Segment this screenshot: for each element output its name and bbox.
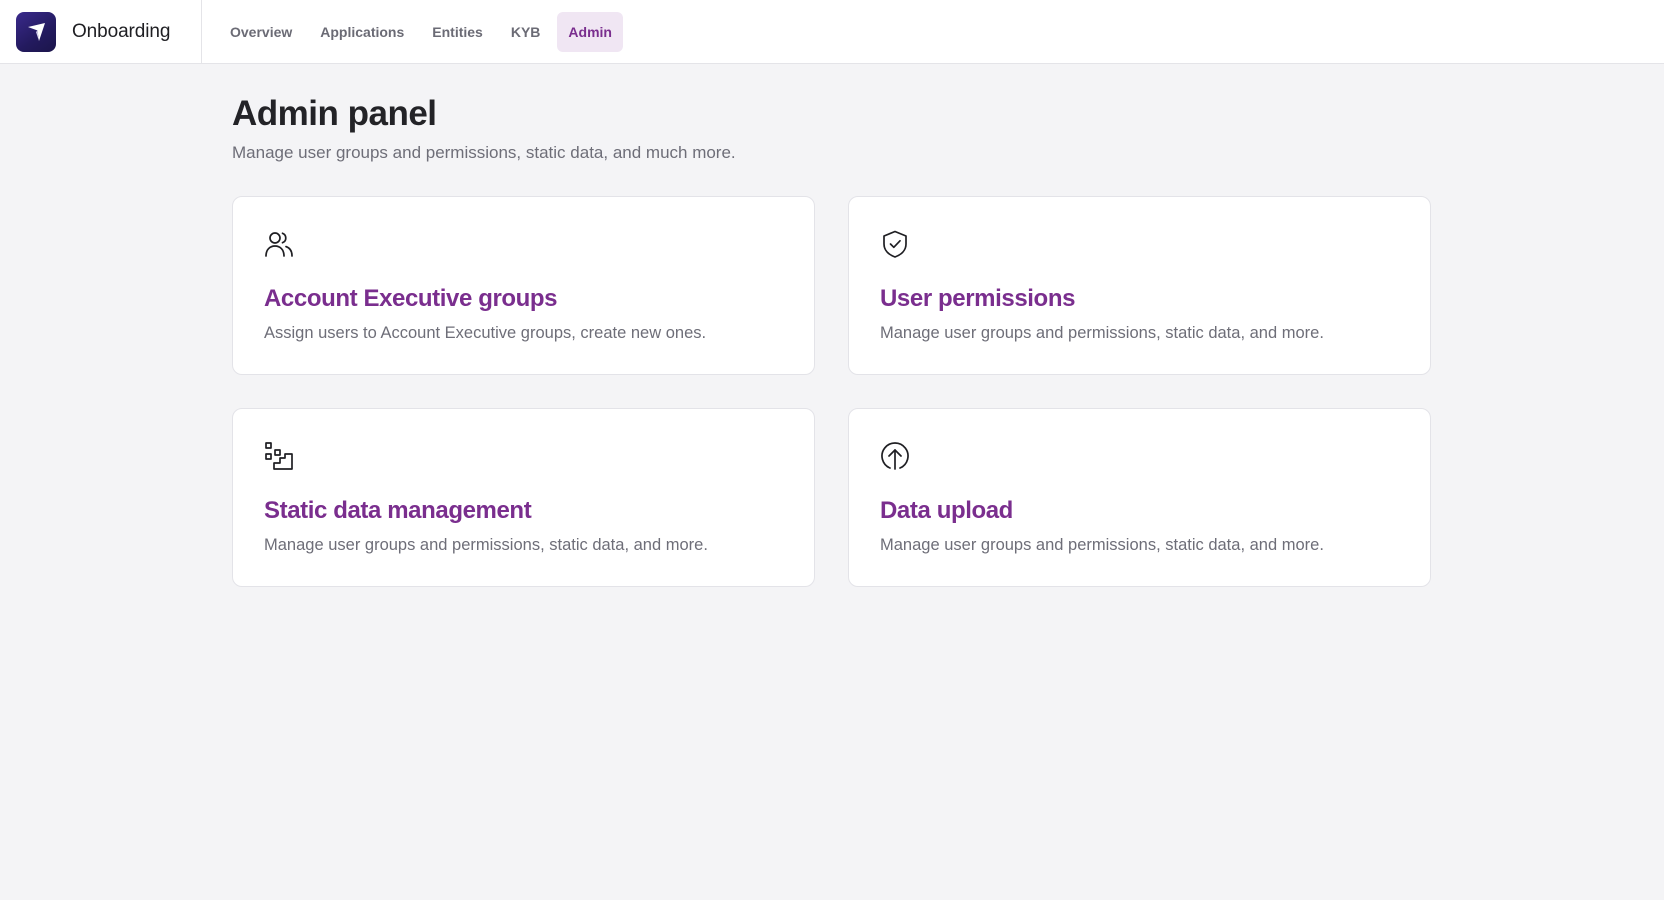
static-data-management-card[interactable]: Static data management Manage user group… bbox=[232, 408, 815, 587]
card-description: Manage user groups and permissions, stat… bbox=[264, 536, 708, 554]
tab-admin[interactable]: Admin bbox=[557, 12, 623, 52]
card-title: Static data management bbox=[264, 497, 532, 524]
users-icon bbox=[264, 229, 294, 259]
paper-plane-icon[interactable] bbox=[16, 12, 56, 52]
user-permissions-card[interactable]: User permissions Manage user groups and … bbox=[848, 196, 1431, 375]
data-steps-icon bbox=[264, 441, 294, 471]
main-nav: Overview Applications Entities KYB Admin bbox=[219, 12, 629, 52]
page-subtitle: Manage user groups and permissions, stat… bbox=[232, 143, 736, 162]
card-description: Manage user groups and permissions, stat… bbox=[880, 324, 1324, 342]
page-title: Admin panel bbox=[232, 94, 437, 133]
shield-check-icon bbox=[880, 229, 910, 259]
card-description: Assign users to Account Executive groups… bbox=[264, 324, 707, 342]
tab-kyb[interactable]: KYB bbox=[500, 12, 552, 52]
tab-applications[interactable]: Applications bbox=[309, 12, 415, 52]
top-navigation-bar: Onboarding Overview Applications Entitie… bbox=[0, 0, 1664, 64]
account-executive-groups-card[interactable]: Account Executive groups Assign users to… bbox=[232, 196, 815, 375]
tab-entities[interactable]: Entities bbox=[421, 12, 494, 52]
data-upload-card[interactable]: Data upload Manage user groups and permi… bbox=[848, 408, 1431, 587]
card-description: Manage user groups and permissions, stat… bbox=[880, 536, 1324, 554]
card-title: Data upload bbox=[880, 497, 1013, 524]
card-title: Account Executive groups bbox=[264, 285, 558, 312]
tab-overview[interactable]: Overview bbox=[219, 12, 303, 52]
app-name: Onboarding bbox=[72, 21, 171, 42]
upload-circle-icon bbox=[880, 441, 910, 471]
brand[interactable]: Onboarding bbox=[0, 0, 202, 64]
card-title: User permissions bbox=[880, 285, 1076, 312]
